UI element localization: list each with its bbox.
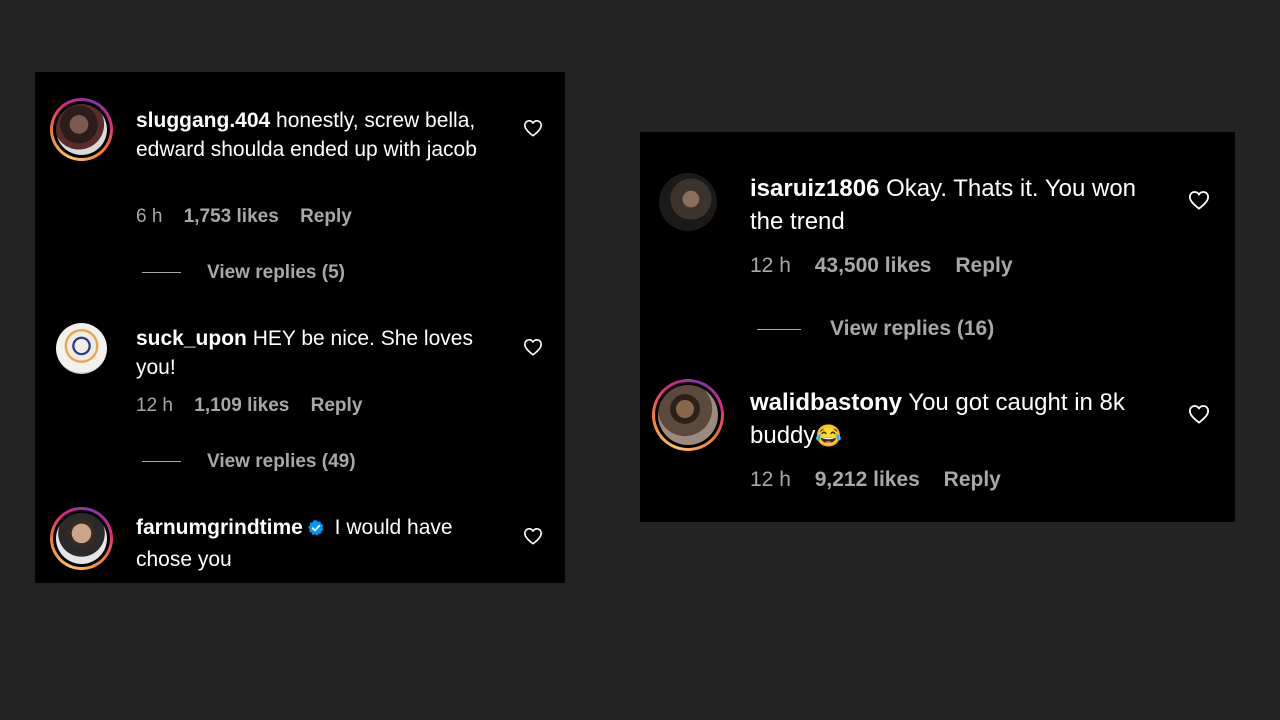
comment-text: isaruiz1806 Okay. Thats it. You won the … xyxy=(750,172,1150,238)
like-heart-icon[interactable] xyxy=(523,527,543,545)
view-replies-button[interactable]: View replies (5) xyxy=(142,262,345,284)
comment-username[interactable]: sluggang.404 xyxy=(136,109,270,132)
like-heart-icon[interactable] xyxy=(1188,190,1210,210)
comment-text: sluggang.404 honestly, screw bella, edwa… xyxy=(136,106,486,164)
avatar-wrap[interactable] xyxy=(659,173,717,231)
comment-likes[interactable]: 1,109 likes xyxy=(194,395,289,417)
comment-meta: 12 h 43,500 likes Reply xyxy=(750,254,1013,278)
comments-panel-left: sluggang.404 honestly, screw bella, edwa… xyxy=(35,72,565,583)
comment-likes[interactable]: 1,753 likes xyxy=(184,206,279,228)
view-replies-button[interactable]: View replies (16) xyxy=(757,317,994,341)
comment-text: suck_upon HEY be nice. She loves you! xyxy=(136,324,506,382)
replies-divider-line xyxy=(142,272,181,274)
avatar xyxy=(659,173,717,231)
comment-time: 6 h xyxy=(136,206,163,227)
reply-button[interactable]: Reply xyxy=(300,206,352,228)
avatar xyxy=(56,323,107,374)
laughing-emoji: 😂 xyxy=(815,423,843,448)
comment-text: walidbastony You got caught in 8k buddy😂 xyxy=(750,386,1150,452)
avatar-story-ring[interactable] xyxy=(50,507,113,570)
comment-username[interactable]: isaruiz1806 xyxy=(750,175,879,202)
comment-username[interactable]: suck_upon xyxy=(136,327,247,350)
avatar xyxy=(658,385,718,445)
reply-button[interactable]: Reply xyxy=(955,254,1012,278)
view-replies-label: View replies (16) xyxy=(830,317,995,340)
avatar-story-ring[interactable] xyxy=(50,98,113,161)
reply-button[interactable]: Reply xyxy=(944,468,1001,492)
replies-divider-line xyxy=(142,461,181,463)
comment-likes[interactable]: 43,500 likes xyxy=(815,254,932,278)
view-replies-label: View replies (5) xyxy=(207,262,345,283)
comment-time: 12 h xyxy=(750,468,791,491)
avatar xyxy=(56,513,107,564)
comment-text: farnumgrindtime I would have chose you xyxy=(136,513,506,574)
comment-meta: 12 h 9,212 likes Reply xyxy=(750,468,1001,492)
avatar xyxy=(56,104,107,155)
comment-username[interactable]: farnumgrindtime xyxy=(136,516,303,539)
comment-username[interactable]: walidbastony xyxy=(750,389,902,416)
avatar-wrap[interactable] xyxy=(56,323,107,374)
like-heart-icon[interactable] xyxy=(523,338,543,356)
reply-button[interactable]: Reply xyxy=(311,395,363,417)
comment-meta: 6 h 1,753 likes Reply xyxy=(136,206,352,228)
like-heart-icon[interactable] xyxy=(523,119,543,137)
view-replies-label: View replies (49) xyxy=(207,451,356,472)
comment-meta: 12 h 1,109 likes Reply xyxy=(136,395,362,417)
like-heart-icon[interactable] xyxy=(1188,404,1210,424)
view-replies-button[interactable]: View replies (49) xyxy=(142,451,356,473)
comment-time: 12 h xyxy=(750,254,791,277)
verified-badge-icon xyxy=(307,516,325,545)
comment-likes[interactable]: 9,212 likes xyxy=(815,468,920,492)
comments-panel-right: isaruiz1806 Okay. Thats it. You won the … xyxy=(640,132,1235,522)
avatar-story-ring[interactable] xyxy=(652,379,724,451)
replies-divider-line xyxy=(757,328,801,330)
comment-time: 12 h xyxy=(136,395,173,416)
